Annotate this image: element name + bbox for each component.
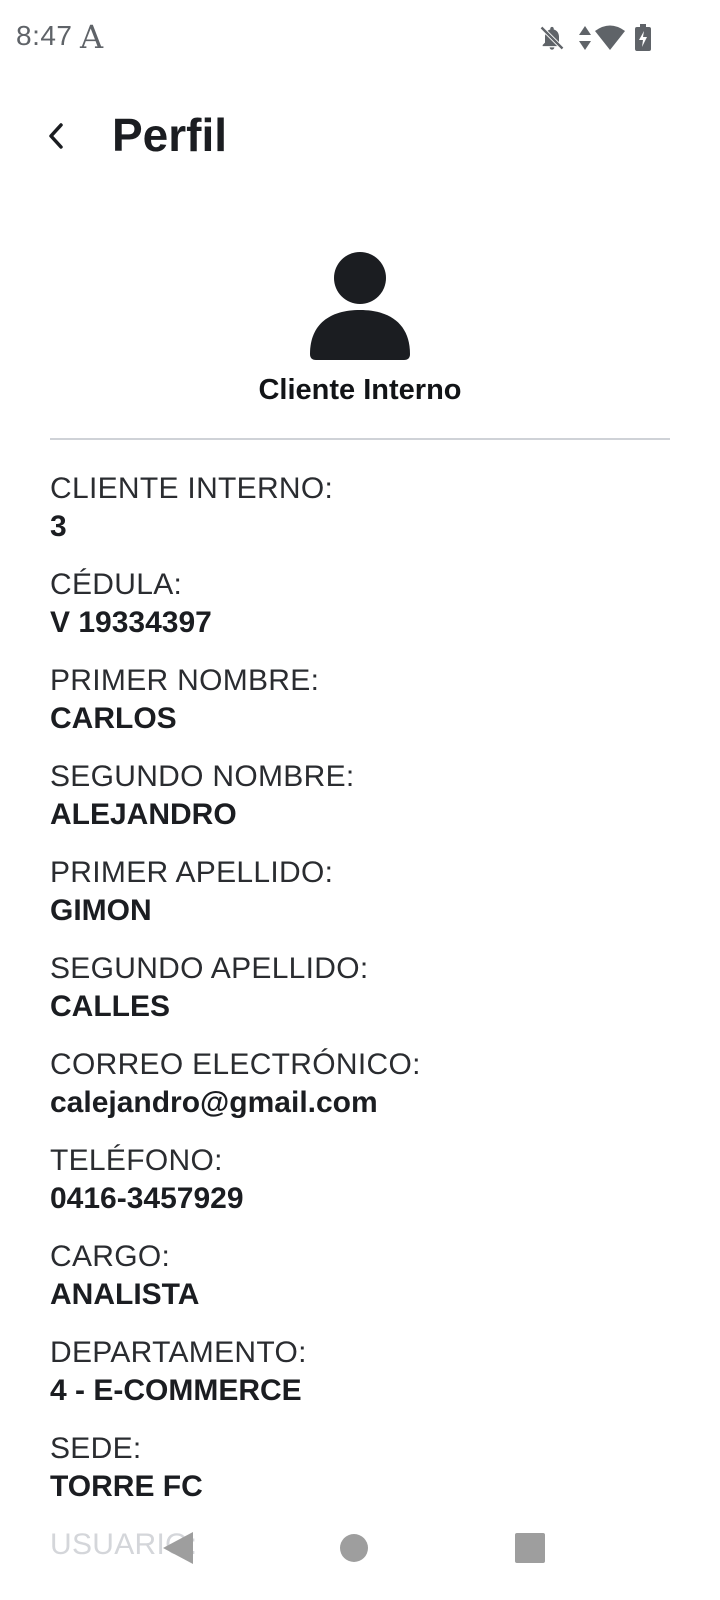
page-title: Perfil bbox=[112, 109, 228, 161]
chevron-left-icon bbox=[44, 120, 68, 157]
field-label: PRIMER APELLIDO: bbox=[50, 856, 334, 889]
nav-recents-button[interactable] bbox=[480, 1500, 580, 1600]
field-label: CARGO: bbox=[50, 1240, 171, 1273]
field-value: 4 - E-COMMERCE bbox=[50, 1374, 302, 1407]
back-triangle-icon bbox=[161, 1530, 195, 1571]
status-time: 8:47 bbox=[16, 20, 73, 51]
person-icon bbox=[308, 250, 412, 360]
field-value: calejandro@gmail.com bbox=[50, 1086, 378, 1119]
field-value: GIMON bbox=[50, 894, 152, 927]
recents-square-icon bbox=[515, 1532, 545, 1568]
field-label: SEGUNDO APELLIDO: bbox=[50, 952, 369, 985]
wifi-icon bbox=[594, 24, 626, 57]
field-departamento: DEPARTAMENTO: 4 - E-COMMERCE bbox=[50, 1334, 690, 1430]
status-bar: 8:47 A bbox=[0, 0, 720, 76]
field-value: V 19334397 bbox=[50, 606, 212, 639]
field-value: CALLES bbox=[50, 990, 170, 1023]
header-divider bbox=[50, 438, 670, 440]
battery-charging-icon bbox=[634, 24, 652, 57]
back-button[interactable] bbox=[30, 112, 82, 164]
field-telefono: TELÉFONO: 0416-3457929 bbox=[50, 1142, 690, 1238]
nav-back-button[interactable] bbox=[128, 1500, 228, 1600]
field-label: SEGUNDO NOMBRE: bbox=[50, 760, 355, 793]
profile-screen: 8:47 A Perfil Cliente Interno CLIENTE IN… bbox=[0, 0, 720, 1600]
profile-subtitle: Cliente Interno bbox=[258, 374, 462, 406]
field-primer-nombre: PRIMER NOMBRE: CARLOS bbox=[50, 662, 690, 758]
field-label: SEDE: bbox=[50, 1432, 142, 1465]
field-value: ANALISTA bbox=[50, 1278, 200, 1311]
field-label: CORREO ELECTRÓNICO: bbox=[50, 1048, 421, 1081]
field-value: ALEJANDRO bbox=[50, 798, 237, 831]
home-circle-icon bbox=[339, 1533, 369, 1568]
field-label: DEPARTAMENTO: bbox=[50, 1336, 307, 1369]
field-label: CLIENTE INTERNO: bbox=[50, 472, 334, 505]
data-arrows-icon bbox=[578, 24, 592, 57]
field-label: TELÉFONO: bbox=[50, 1144, 223, 1177]
field-correo: CORREO ELECTRÓNICO: calejandro@gmail.com bbox=[50, 1046, 690, 1142]
notifications-off-icon bbox=[538, 24, 566, 57]
field-primer-apellido: PRIMER APELLIDO: GIMON bbox=[50, 854, 690, 950]
app-notification-icon: A bbox=[80, 18, 104, 56]
field-label: CÉDULA: bbox=[50, 568, 183, 601]
field-label: PRIMER NOMBRE: bbox=[50, 664, 320, 697]
field-cedula: CÉDULA: V 19334397 bbox=[50, 566, 690, 662]
field-segundo-nombre: SEGUNDO NOMBRE: ALEJANDRO bbox=[50, 758, 690, 854]
system-nav-bar bbox=[0, 1500, 720, 1600]
profile-field-list: CLIENTE INTERNO: 3 CÉDULA: V 19334397 PR… bbox=[50, 470, 690, 1600]
field-value: CARLOS bbox=[50, 702, 177, 735]
nav-home-button[interactable] bbox=[304, 1500, 404, 1600]
field-cargo: CARGO: ANALISTA bbox=[50, 1238, 690, 1334]
field-cliente-interno: CLIENTE INTERNO: 3 bbox=[50, 470, 690, 566]
field-value: 3 bbox=[50, 510, 67, 543]
field-segundo-apellido: SEGUNDO APELLIDO: CALLES bbox=[50, 950, 690, 1046]
field-value: 0416-3457929 bbox=[50, 1182, 244, 1215]
